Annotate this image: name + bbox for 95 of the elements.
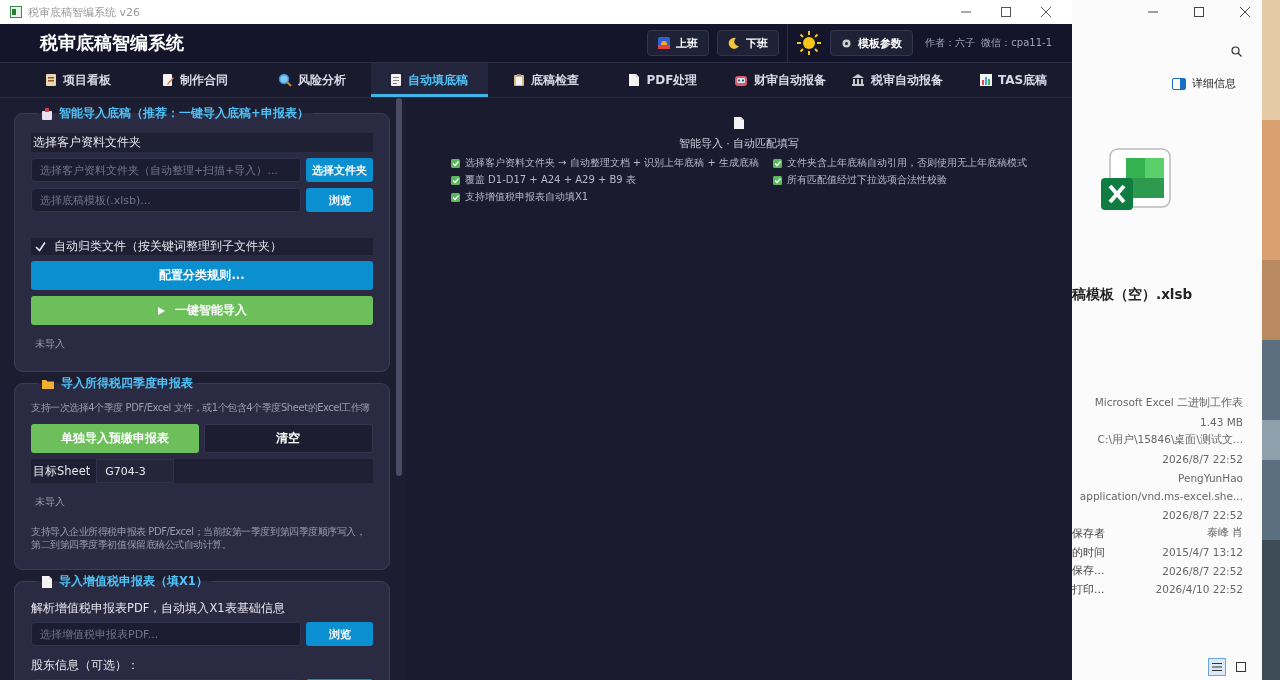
- property-value: PengYunHao: [1178, 471, 1243, 484]
- tab[interactable]: 风险分析: [253, 63, 371, 97]
- package-icon: [41, 106, 53, 121]
- action-button[interactable]: 配置分类规则...: [31, 261, 373, 290]
- property-value: 2026/8/7 22:52: [1162, 564, 1243, 577]
- field-label: 目标Sheet: [32, 463, 92, 479]
- tab[interactable]: 项目看板: [20, 63, 137, 97]
- hint-text: 支持一次选择4个季度 PDF/Excel 文件，或1个包含4个季度Sheet的Excel工作簿: [31, 401, 372, 415]
- app-title: 税审底稿智编系统: [40, 31, 185, 55]
- feature-item: 覆盖 D1-D17 + A24 + A29 + B9 表: [464, 173, 636, 187]
- document-icon: [628, 73, 641, 87]
- maximize-icon[interactable]: [1000, 6, 1012, 18]
- sun-icon[interactable]: [795, 30, 822, 56]
- tab[interactable]: 财审自动报备: [721, 63, 839, 97]
- status-text: 未导入: [34, 337, 66, 351]
- section-heading: 智能导入 · 自动匹配填写: [678, 136, 800, 151]
- property-value: 1.43 MB: [1200, 415, 1243, 428]
- property-value: C:\用户\15846\桌面\测试文...: [1097, 433, 1243, 448]
- field-label: 选择客户资料文件夹: [31, 133, 373, 152]
- checkmark-icon: [773, 158, 783, 168]
- sunrise-icon: [657, 37, 670, 49]
- property-value: 泰峰 肖: [1206, 526, 1243, 541]
- preview-pane-icon: [1235, 662, 1247, 672]
- memo-icon: [390, 73, 403, 87]
- clock-out-button[interactable]: 下班: [716, 30, 779, 56]
- tab[interactable]: TAS底稿: [955, 63, 1072, 97]
- input-field[interactable]: 选择增值税申报表PDF...: [31, 622, 301, 646]
- tab[interactable]: PDF处理: [604, 63, 722, 97]
- property-value: Microsoft Excel 二进制工作表: [1094, 396, 1243, 411]
- browse-button[interactable]: 选择文件夹: [306, 158, 373, 182]
- play-icon: [157, 306, 165, 315]
- clipboard-icon: [45, 73, 58, 87]
- property-value: 2015/4/7 13:12: [1162, 546, 1243, 559]
- property-label: 保存者: [1072, 525, 1105, 541]
- feature-item: 选择客户资料文件夹 → 自动整理文档 + 识别上年底稿 + 生成底稿: [464, 156, 760, 170]
- folder-icon: [41, 377, 55, 390]
- hint-text: 支持导入企业所得税申报表 PDF/Excel；当前按第一季度到第四季度顺序写入，第二到第四季度季初值保留底稿公式自动计算。: [31, 525, 367, 552]
- scrollbar[interactable]: [396, 98, 402, 476]
- property-value: 2026/4/10 22:52: [1155, 583, 1243, 596]
- property-label: 的时间: [1072, 544, 1105, 560]
- checkmark-icon: [450, 158, 460, 168]
- checkmark-icon: [450, 175, 460, 185]
- bank-icon: [850, 73, 865, 87]
- tab[interactable]: 税审自动报备: [838, 63, 956, 97]
- details-view-button[interactable]: [1208, 658, 1226, 676]
- window-title: 税审底稿智编系统 v26: [28, 4, 141, 20]
- template-settings-button[interactable]: 模板参数: [829, 30, 913, 56]
- group-title: 导入增值税申报表（填X1）: [37, 574, 212, 589]
- field-label: 解析增值税申报表PDF，自动填入X1表基础信息: [31, 601, 286, 616]
- browse-button[interactable]: 浏览: [306, 622, 373, 646]
- close-icon[interactable]: [1240, 7, 1250, 17]
- document-icon: [41, 574, 53, 589]
- tab[interactable]: 制作合同: [136, 63, 254, 97]
- close-icon[interactable]: [1040, 6, 1052, 18]
- file-name: 稿模板（空）.xlsb: [1072, 286, 1194, 304]
- property-value: 2026/8/7 22:52: [1162, 508, 1243, 521]
- search-icon: [278, 73, 293, 87]
- feature-item: 文件夹含上年底稿自动引用，否则使用无上年底稿模式: [787, 156, 1028, 170]
- search-icon[interactable]: [1231, 46, 1242, 57]
- moon-icon: [727, 37, 740, 49]
- action-button[interactable]: 清空: [203, 424, 373, 453]
- sheet-dropdown[interactable]: G704-3: [96, 459, 175, 483]
- property-label: 保存...: [1072, 563, 1105, 579]
- field-label: 股东信息（可选）：: [31, 658, 140, 673]
- details-pane-icon: [1172, 77, 1186, 90]
- property-value: 2026/8/7 22:52: [1162, 453, 1243, 466]
- list-view-icon: [1211, 662, 1223, 672]
- checkmark-icon: [773, 175, 783, 185]
- browse-button[interactable]: 浏览: [306, 188, 373, 212]
- gear-icon: [840, 37, 852, 49]
- app-icon: [10, 6, 22, 18]
- property-value: application/vnd.ms-excel.she...: [1079, 490, 1243, 503]
- document-icon: [733, 116, 745, 130]
- feature-item: 支持增值税申报表自动填X1: [464, 190, 589, 204]
- maximize-icon[interactable]: [1194, 7, 1204, 17]
- spreadsheet-file-icon: [1100, 148, 1172, 212]
- group-title: 智能导入底稿（推荐：一键导入底稿+申报表）: [37, 106, 313, 121]
- status-text: 未导入: [34, 495, 66, 509]
- input-field[interactable]: 选择底稿模板(.xlsb)...: [31, 188, 301, 212]
- checkbox[interactable]: 自动归类文件（按关键词整理到子文件夹）: [31, 238, 373, 255]
- clipboard-icon: [513, 73, 525, 87]
- robot-icon: [733, 73, 748, 87]
- tab[interactable]: 底稿检查: [487, 63, 605, 97]
- check-icon: [35, 241, 46, 252]
- property-label: 打印...: [1072, 581, 1105, 597]
- group-title: 导入所得税四季度申报表: [37, 376, 197, 391]
- checkmark-icon: [450, 192, 460, 202]
- feature-item: 所有匹配值经过下拉选项合法性校验: [787, 173, 948, 187]
- bar-chart-icon: [979, 73, 992, 87]
- details-button[interactable]: 详细信息: [1166, 75, 1242, 92]
- clock-in-button[interactable]: 上班: [646, 30, 709, 56]
- tab[interactable]: 自动填底稿: [370, 63, 488, 97]
- author-info: 作者：六子 微信：cpa11-1: [924, 36, 1052, 50]
- document-pen-icon: [162, 73, 175, 87]
- input-field[interactable]: 选择客户资料文件夹（自动整理+扫描+导入）...: [31, 158, 301, 182]
